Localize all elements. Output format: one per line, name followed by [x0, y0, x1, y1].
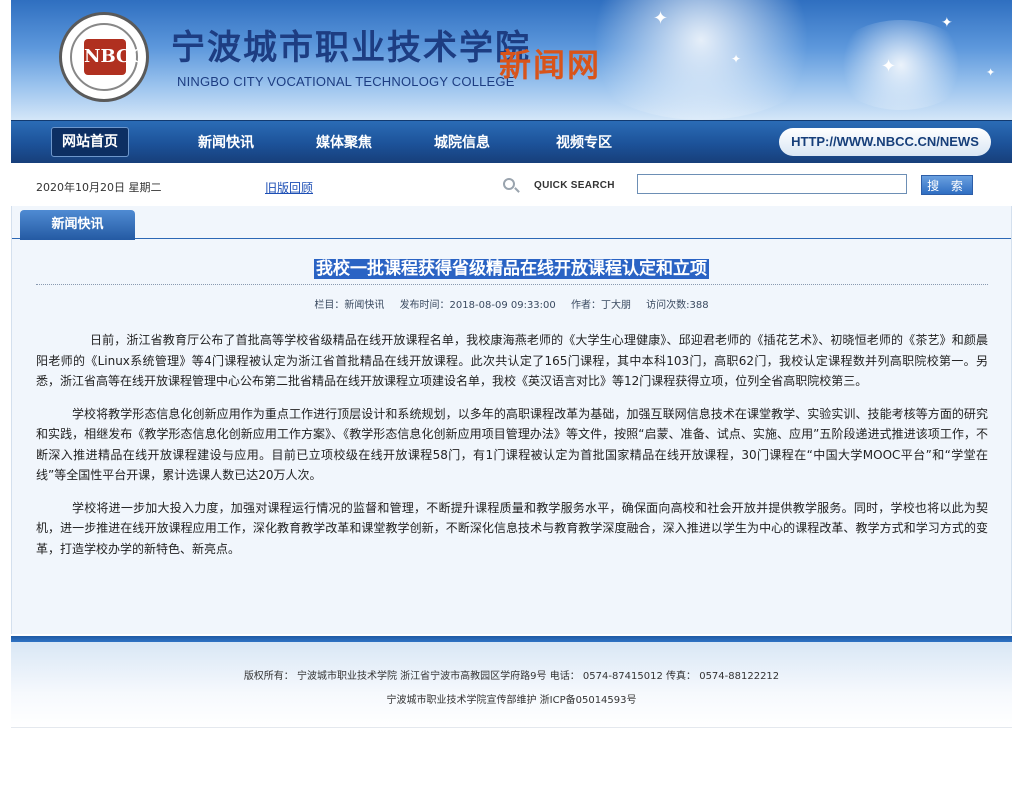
logo-mark: NBCC	[84, 39, 145, 75]
article-body: 日前，浙江省教育厅公布了首批高等学校省级精品在线开放课程名单，我校康海燕老师的《…	[36, 330, 988, 571]
article-panel: 新闻快讯 我校一批课程获得省级精品在线开放课程认定和立项 栏目：新闻快讯 发布时…	[11, 206, 1012, 634]
site-footer: 版权所有： 宁波城市职业技术学院 浙江省宁波市高教园区学府路9号 电话： 057…	[11, 642, 1012, 728]
nav-item-college-info[interactable]: 城院信息	[434, 131, 490, 155]
article-paragraph: 学校将教学形态信息化创新应用作为重点工作进行顶层设计和系统规划，以多年的高职课程…	[36, 406, 988, 483]
utility-bar: 2020年10月20日 星期二 旧版回顾 QUICK SEARCH 搜 索	[11, 163, 1012, 208]
article-title-wrap: 我校一批课程获得省级精品在线开放课程认定和立项	[12, 254, 1011, 279]
quick-search-label: QUICK SEARCH	[534, 180, 615, 191]
meta-column: 栏目：新闻快讯	[314, 300, 385, 311]
nav-item-media-focus[interactable]: 媒体聚焦	[316, 131, 372, 155]
article-paragraph: 学校将进一步加大投入力度，加强对课程运行情况的监督和管理，不断提升课程质量和教学…	[36, 500, 988, 556]
article-paragraph: 日前，浙江省教育厅公布了首批高等学校省级精品在线开放课程名单，我校康海燕老师的《…	[36, 333, 988, 388]
meta-author: 作者：丁大朋	[570, 300, 631, 311]
meta-published: 发布时间：2018-08-09 09:33:00	[399, 300, 556, 311]
page: ✦ ✦ ✦ ✦ ✦ NBCC 宁波城市职业技术学院 NINGBO CITY VO…	[11, 0, 1012, 728]
article-title: 我校一批课程获得省级精品在线开放课程认定和立项	[314, 259, 709, 279]
current-date: 2020年10月20日 星期二	[36, 181, 162, 194]
site-banner: ✦ ✦ ✦ ✦ ✦ NBCC 宁波城市职业技术学院 NINGBO CITY VO…	[11, 0, 1012, 120]
college-logo[interactable]: NBCC	[59, 12, 149, 102]
news-site-title: 新闻网	[499, 46, 602, 84]
college-name-en: NINGBO CITY VOCATIONAL TECHNOLOGY COLLEG…	[177, 74, 515, 89]
tab-news-flash[interactable]: 新闻快讯	[20, 210, 135, 240]
college-name-cn: 宁波城市职业技术学院	[171, 28, 531, 68]
nav-item-home[interactable]: 网站首页	[51, 127, 129, 157]
meta-visits: 访问次数:388	[646, 300, 709, 311]
tab-underline	[12, 238, 1011, 239]
page-bottom-rule	[11, 727, 1012, 728]
search-button[interactable]: 搜 索	[921, 175, 973, 195]
nav-item-video[interactable]: 视频专区	[556, 131, 612, 155]
article-meta: 栏目：新闻快讯 发布时间：2018-08-09 09:33:00 作者：丁大朋 …	[12, 296, 1011, 311]
old-site-link[interactable]: 旧版回顾	[265, 179, 313, 196]
nav-item-news-flash[interactable]: 新闻快讯	[198, 131, 254, 155]
search-icon	[503, 178, 515, 190]
footer-icp: 宁波城市职业技术学院宣传部维护 浙ICP备05014593号	[386, 695, 637, 706]
footer-copyright: 版权所有： 宁波城市职业技术学院 浙江省宁波市高教园区学府路9号 电话： 057…	[243, 671, 780, 682]
title-divider	[36, 284, 988, 285]
site-url-badge[interactable]: HTTP://WWW.NBCC.CN/NEWS	[779, 128, 991, 156]
main-nav: 网站首页 新闻快讯 媒体聚焦 城院信息 视频专区 HTTP://WWW.NBCC…	[11, 120, 1012, 163]
search-input[interactable]	[637, 174, 907, 194]
